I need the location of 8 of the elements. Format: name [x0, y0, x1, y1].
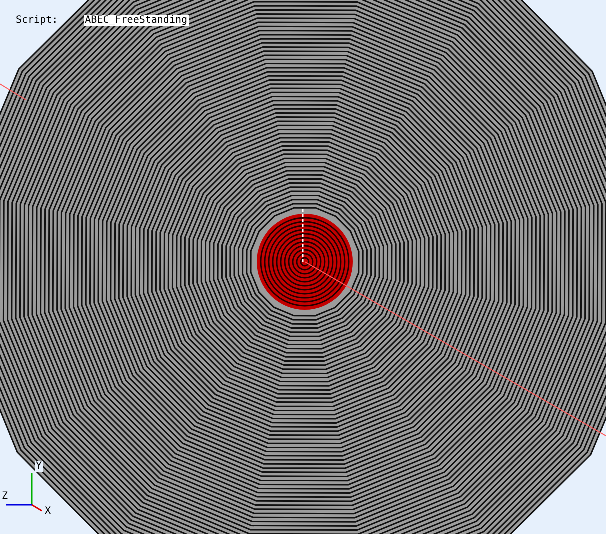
z-axis-label: Z — [1, 491, 10, 502]
script-label: Script: — [16, 15, 58, 26]
y-axis-label: Y — [35, 461, 44, 472]
axis-triad-drawing — [6, 473, 42, 512]
x-axis-label: X — [44, 506, 52, 517]
script-name: ABEC_FreeStanding — [84, 15, 189, 26]
axis-line — [0, 84, 26, 100]
vertical-axis-line — [302, 208, 304, 262]
